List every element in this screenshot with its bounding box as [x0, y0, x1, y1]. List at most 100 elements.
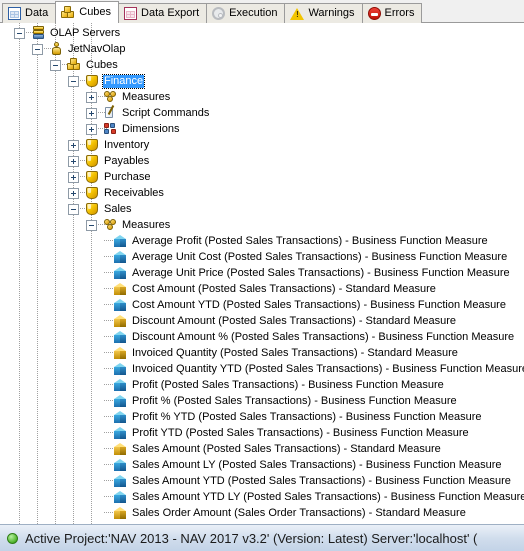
- tree-node-label: JetNavOlap: [68, 42, 126, 55]
- tree-leaf-node[interactable]: Profit % (Posted Sales Transactions) - B…: [0, 393, 524, 409]
- collapse-node-button[interactable]: [32, 43, 43, 55]
- tab-cubes[interactable]: Cubes: [55, 1, 120, 23]
- expand-node-button[interactable]: [68, 187, 79, 199]
- tree-leaf-node[interactable]: Sales Order Amount (Sales Order Transact…: [0, 505, 524, 521]
- warning-icon: [290, 7, 305, 20]
- tab-label: Errors: [384, 7, 415, 19]
- tree-node-label: Discount Amount % (Posted Sales Transact…: [132, 330, 515, 343]
- measure-blue-icon: [113, 250, 129, 264]
- tab-label: Cubes: [79, 6, 112, 18]
- tree-leaf-node[interactable]: Invoiced Quantity YTD (Posted Sales Tran…: [0, 361, 524, 377]
- tab-errors[interactable]: Errors: [361, 3, 423, 23]
- tree-leaf-node[interactable]: Sales Amount YTD LY (Posted Sales Transa…: [0, 489, 524, 505]
- gear-icon: [212, 7, 226, 20]
- shield-icon: [85, 154, 101, 168]
- tree-node[interactable]: OLAP Servers: [0, 25, 524, 41]
- expand-node-button[interactable]: [86, 123, 97, 135]
- tree-leaf-node[interactable]: Profit % YTD (Posted Sales Transactions)…: [0, 409, 524, 425]
- tree-node-label: Purchase: [104, 170, 151, 183]
- tree-leaf-node[interactable]: Sales Amount (Posted Sales Transactions)…: [0, 441, 524, 457]
- olap-tree-view[interactable]: OLAP Servers JetNavOlap Cubes Finance Measur…: [0, 23, 524, 524]
- tree-node[interactable]: Dimensions: [0, 121, 524, 137]
- measure-blue-icon: [113, 490, 129, 504]
- tree-node-label: Measures: [122, 218, 171, 231]
- collapse-node-button[interactable]: [68, 203, 79, 215]
- tree-node-label: Measures: [122, 90, 171, 103]
- tree-node[interactable]: Cubes: [0, 57, 524, 73]
- measure-blue-icon: [113, 458, 129, 472]
- tree-node-label: OLAP Servers: [50, 26, 121, 39]
- tree-leaf-node[interactable]: Discount Amount % (Posted Sales Transact…: [0, 329, 524, 345]
- expand-node-button[interactable]: [86, 107, 97, 119]
- measure-gold-icon: [113, 346, 129, 360]
- tree-node-label: Sales Amount LY (Posted Sales Transactio…: [132, 458, 502, 471]
- tree-node-label: Average Unit Price (Posted Sales Transac…: [132, 266, 510, 279]
- tree-leaf-node[interactable]: Sales Amount YTD (Posted Sales Transacti…: [0, 473, 524, 489]
- collapse-node-button[interactable]: [14, 27, 25, 39]
- tree-node[interactable]: Sales: [0, 201, 524, 217]
- tab-warnings[interactable]: Warnings: [284, 3, 363, 23]
- collapse-node-button[interactable]: [68, 75, 79, 87]
- tree-node[interactable]: Measures: [0, 89, 524, 105]
- tree-leaf-node[interactable]: Sales Amount LY (Posted Sales Transactio…: [0, 457, 524, 473]
- tree-connector: [104, 233, 113, 249]
- tree-leaf-node[interactable]: Cost Amount (Posted Sales Transactions) …: [0, 281, 524, 297]
- tree-node[interactable]: Script Commands: [0, 105, 524, 121]
- tree-connector: [104, 249, 113, 265]
- tab-label: Execution: [229, 7, 278, 19]
- measure-blue-icon: [113, 362, 129, 376]
- expand-node-button[interactable]: [86, 91, 97, 103]
- tree-leaf-node[interactable]: Discount Amount (Posted Sales Transactio…: [0, 313, 524, 329]
- measure-gold-icon: [113, 314, 129, 328]
- expand-node-button[interactable]: [68, 155, 79, 167]
- tree-node-label: Sales Amount YTD (Posted Sales Transacti…: [132, 474, 511, 487]
- collapse-node-button[interactable]: [86, 219, 97, 231]
- tree-node[interactable]: Inventory: [0, 137, 524, 153]
- tree-leaf-node[interactable]: Average Unit Price (Posted Sales Transac…: [0, 265, 524, 281]
- tree-leaf-node[interactable]: Average Profit (Posted Sales Transaction…: [0, 233, 524, 249]
- shield-icon: [85, 202, 101, 216]
- tab-execution[interactable]: Execution: [206, 3, 286, 23]
- tree-node-label: Cost Amount YTD (Posted Sales Transactio…: [132, 298, 506, 311]
- grid-blue-icon: [8, 7, 21, 20]
- tree-node[interactable]: Receivables: [0, 185, 524, 201]
- grid-pink-icon: [124, 7, 138, 20]
- measure-blue-icon: [113, 474, 129, 488]
- shield-icon: [85, 186, 101, 200]
- tree-node[interactable]: Measures: [0, 217, 524, 233]
- tab-label: Data Export: [141, 7, 200, 19]
- tree-node-label: Sales: [104, 202, 132, 215]
- tree-node[interactable]: Finance: [0, 73, 524, 89]
- tree-node-label: Finance: [101, 73, 146, 89]
- tree-node-label: Profit YTD (Posted Sales Transactions) -…: [132, 426, 469, 439]
- tree-leaf-node[interactable]: Cost Amount YTD (Posted Sales Transactio…: [0, 297, 524, 313]
- expand-node-button[interactable]: [68, 139, 79, 151]
- tree-leaf-node[interactable]: Invoiced Quantity (Posted Sales Transact…: [0, 345, 524, 361]
- tree-node[interactable]: JetNavOlap: [0, 41, 524, 57]
- expand-node-button[interactable]: [68, 171, 79, 183]
- tree-node[interactable]: Payables: [0, 153, 524, 169]
- tree-leaf-node[interactable]: Profit YTD (Posted Sales Transactions) -…: [0, 425, 524, 441]
- tree-node[interactable]: Purchase: [0, 169, 524, 185]
- tree-leaf-node[interactable]: Profit (Posted Sales Transactions) - Bus…: [0, 377, 524, 393]
- tab-data-export[interactable]: Data Export: [118, 3, 208, 23]
- tree-connector: [104, 361, 113, 377]
- tab-data[interactable]: Data: [2, 3, 57, 23]
- tree-node-label: Sales Amount (Posted Sales Transactions)…: [132, 442, 441, 455]
- tree-node-label: Cost Amount (Posted Sales Transactions) …: [132, 282, 436, 295]
- tree-leaf-node[interactable]: Average Unit Cost (Posted Sales Transact…: [0, 249, 524, 265]
- collapse-node-button[interactable]: [50, 59, 61, 71]
- measure-blue-icon: [113, 394, 129, 408]
- tree-connector: [104, 425, 113, 441]
